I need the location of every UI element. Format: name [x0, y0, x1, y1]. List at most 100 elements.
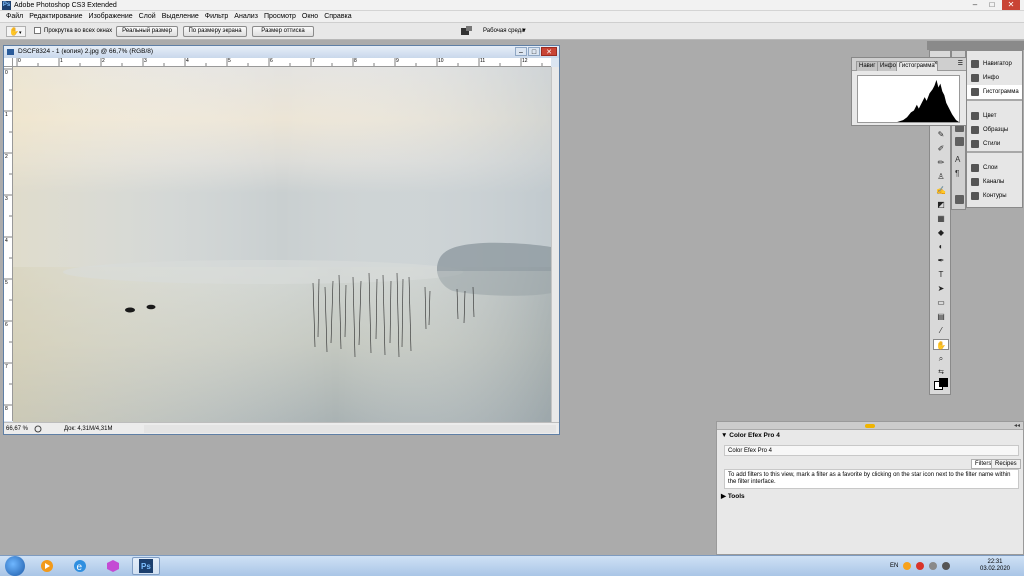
network-icon[interactable]	[929, 562, 938, 570]
menu-view[interactable]: Просмотр	[261, 11, 299, 23]
menu-filter[interactable]: Фильтр	[202, 11, 232, 23]
path-selection-icon[interactable]: ➤	[933, 283, 949, 294]
panel-navigator[interactable]: Навигатор	[967, 57, 1022, 71]
clone-stamp-icon[interactable]: ♙	[933, 171, 949, 182]
shape-icon[interactable]: ▭	[933, 297, 949, 308]
panel-color[interactable]: Цвет	[967, 109, 1022, 123]
panel-styles[interactable]: Стили	[967, 137, 1022, 151]
ruler-label: 0	[18, 58, 21, 64]
panel-group-color: Цвет Образцы Стили	[967, 109, 1022, 153]
panel-grip-icon	[865, 424, 875, 428]
start-button[interactable]	[5, 556, 25, 576]
image-canvas[interactable]	[13, 67, 551, 422]
notes-icon[interactable]: ▤	[933, 311, 949, 322]
maximize-button[interactable]: □	[985, 0, 999, 10]
menu-file[interactable]: Файл	[3, 11, 26, 23]
gradient-icon[interactable]: ▦	[933, 213, 949, 224]
menu-select[interactable]: Выделение	[159, 11, 202, 23]
chevron-down-icon[interactable]: ▼	[521, 27, 527, 35]
workspace-menu[interactable]: Рабочая среда	[483, 27, 525, 35]
menu-image[interactable]: Изображение	[86, 11, 136, 23]
dodge-icon[interactable]: ◐	[933, 241, 949, 252]
tab-recipes[interactable]: Recipes	[991, 459, 1021, 469]
menu-edit[interactable]: Редактирование	[26, 11, 85, 23]
history-brush-icon[interactable]: ✍	[933, 185, 949, 196]
scroll-all-windows-checkbox[interactable]	[34, 27, 41, 34]
system-tray: EN	[890, 556, 951, 576]
vertical-ruler[interactable]: 0 1 2 3 4 5 6 7 8	[4, 67, 13, 421]
type-icon[interactable]: T	[933, 269, 949, 280]
brush-icon[interactable]: ✎	[933, 129, 949, 140]
eraser-icon[interactable]: ◩	[933, 199, 949, 210]
pencil-icon[interactable]: ✏	[933, 157, 949, 168]
volume-icon[interactable]	[942, 562, 951, 570]
close-button[interactable]: ✕	[1002, 0, 1020, 10]
document-close-button[interactable]: ✕	[541, 47, 557, 56]
character-icon[interactable]: A	[955, 155, 964, 164]
swap-colors-icon[interactable]: ⇆	[933, 367, 949, 378]
document-maximize-button[interactable]: □	[528, 47, 540, 56]
app-taskbar-button[interactable]	[99, 557, 127, 575]
histogram-tab-close-icon[interactable]: ×	[934, 61, 938, 67]
print-size-button[interactable]: Размер оттиска	[252, 26, 314, 37]
horizontal-scrollbar[interactable]	[144, 425, 556, 433]
media-player-taskbar-button[interactable]	[33, 557, 61, 575]
document-title-bar[interactable]: DSCF8324 - 1 (копия) 2.jpg @ 66,7% (RGB/…	[4, 46, 559, 58]
ruler-label: 9	[396, 58, 399, 64]
color-efex-field[interactable]: Color Efex Pro 4	[724, 445, 1019, 456]
foreground-color-swatch[interactable]	[939, 378, 948, 387]
actual-pixels-button[interactable]: Реальный размер	[116, 26, 178, 37]
histogram-graph	[857, 75, 960, 123]
color-efex-header[interactable]: ▼ Color Efex Pro 4	[721, 432, 780, 440]
window-title: Adobe Photoshop CS3 Extended	[14, 2, 117, 9]
eyedropper-icon[interactable]: ⁄	[933, 325, 949, 336]
antivirus-icon[interactable]	[916, 562, 925, 570]
color-efex-dock-bar[interactable]: ◂◂	[717, 422, 1023, 430]
hand-icon: ✋	[9, 27, 19, 36]
collapse-panel-icon[interactable]: ◂◂	[1014, 422, 1020, 430]
tray-app-icon[interactable]	[903, 562, 912, 570]
pen-icon[interactable]: ✒	[933, 255, 949, 266]
menu-layer[interactable]: Слой	[136, 11, 159, 23]
panel-paths[interactable]: Контуры	[967, 189, 1022, 203]
ruler-origin[interactable]	[4, 58, 13, 67]
healing-brush-icon[interactable]: ✐	[933, 143, 949, 154]
minimize-button[interactable]: –	[968, 0, 982, 10]
internet-explorer-taskbar-button[interactable]: e	[66, 557, 94, 575]
clock[interactable]: 22:31 03.02.2020	[978, 559, 1012, 573]
panel-swatches[interactable]: Образцы	[967, 123, 1022, 137]
blur-icon[interactable]: ◆	[933, 227, 949, 238]
panel-label: Стили	[983, 141, 1001, 147]
panel-dock-header[interactable]	[927, 41, 1024, 50]
panel-layers[interactable]: Слои	[967, 161, 1022, 175]
menu-analysis[interactable]: Анализ	[231, 11, 261, 23]
tab-histogram[interactable]: Гистограмма	[896, 61, 938, 71]
clone-source-icon[interactable]	[955, 137, 964, 146]
zoom-icon[interactable]: ⌕	[933, 353, 949, 364]
panel-menu-icon[interactable]: ☰	[958, 60, 963, 67]
tab-navigator[interactable]: Навиг	[856, 61, 879, 71]
zoom-field[interactable]: 66,67 %	[6, 425, 32, 433]
menu-window[interactable]: Окно	[299, 11, 321, 23]
tool-presets-icon[interactable]	[955, 195, 964, 204]
horizontal-ruler[interactable]: 0 1 2 3 4 5 6 7 8 9 10 11 12	[13, 58, 551, 67]
document-minimize-button[interactable]: –	[515, 47, 527, 56]
menu-help[interactable]: Справка	[321, 11, 354, 23]
paragraph-icon[interactable]: ¶	[955, 169, 964, 178]
fit-screen-button[interactable]: По размеру экрана	[183, 26, 247, 37]
tools-section[interactable]: ▶ Tools	[721, 493, 745, 501]
status-menu-icon[interactable]	[34, 425, 42, 433]
panel-info[interactable]: Инфо	[967, 71, 1022, 85]
histogram-icon	[971, 88, 979, 96]
vertical-scrollbar[interactable]	[551, 67, 559, 422]
tool-preset-picker[interactable]: ✋▾	[6, 26, 26, 37]
panel-names: Навигатор Инфо Гистограмма Цвет Образцы …	[966, 50, 1023, 208]
language-indicator[interactable]: EN	[890, 563, 898, 569]
ruler-label: 7	[312, 58, 315, 64]
hand-tool-icon[interactable]: ✋	[933, 339, 949, 350]
internet-explorer-icon: e	[74, 560, 86, 573]
photoshop-taskbar-button[interactable]: Ps	[132, 557, 160, 575]
ruler-label: 7	[5, 364, 8, 370]
panel-histogram[interactable]: Гистограмма	[967, 85, 1022, 99]
panel-channels[interactable]: Каналы	[967, 175, 1022, 189]
